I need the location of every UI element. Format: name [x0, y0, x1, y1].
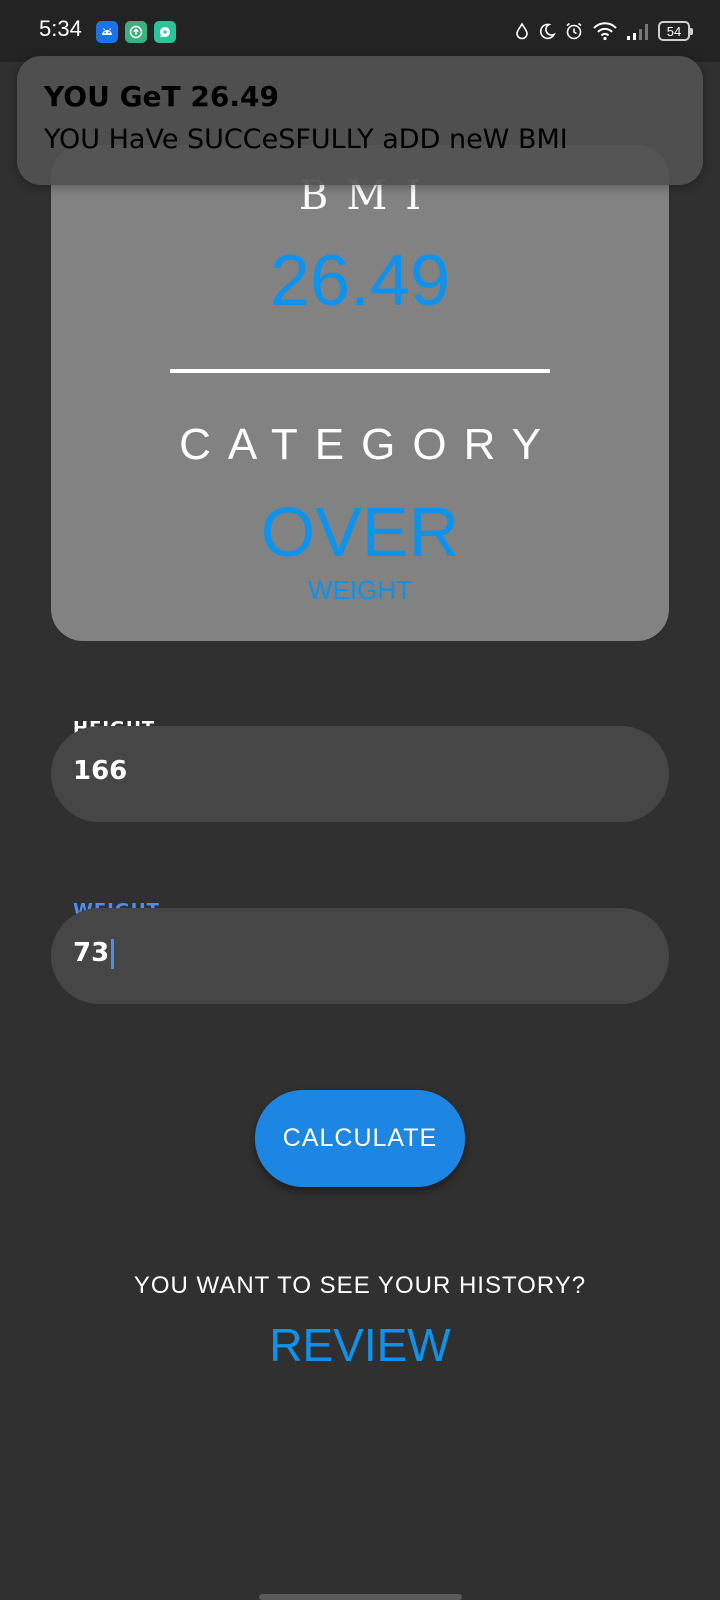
- weight-value-wrap: 73: [73, 938, 115, 969]
- status-bar: 5:34 54: [0, 0, 720, 62]
- alarm-icon: [566, 22, 582, 40]
- history-question: YOU WANT TO SEE YOUR HISTORY?: [133, 1272, 587, 1299]
- home-indicator[interactable]: [259, 1594, 462, 1600]
- chat-app-icon: [154, 21, 176, 43]
- category-subvalue: WEIGHT: [308, 575, 412, 605]
- system-icons: 54: [514, 18, 693, 44]
- height-input[interactable]: 166: [51, 726, 669, 822]
- text-caret: [111, 938, 115, 969]
- status-time: 5:34: [39, 16, 82, 41]
- toast-message: YOU HaVe SUCCeSFULLY aDD neW BMI: [44, 124, 568, 155]
- category-value: OVER: [260, 493, 460, 571]
- card-divider: [170, 369, 550, 373]
- category-label: CATEGORY: [179, 420, 558, 469]
- wifi-icon: [593, 22, 617, 41]
- toast-title: YOU GeT 26.49: [44, 80, 279, 113]
- moon-icon: [539, 23, 556, 40]
- height-value: 166: [73, 756, 128, 786]
- upload-app-icon: [125, 21, 147, 43]
- signal-icon: [627, 24, 648, 40]
- success-toast[interactable]: YOU GeT 26.49 YOU HaVe SUCCeSFULLY aDD n…: [17, 56, 703, 185]
- android-icon: [96, 21, 118, 43]
- bmi-value: 26.49: [269, 241, 451, 321]
- weight-input[interactable]: 73: [51, 908, 669, 1004]
- weight-value: 73: [73, 938, 110, 968]
- bmi-result-card: BMI 26.49 CATEGORY OVER WEIGHT: [51, 145, 669, 641]
- calculate-button[interactable]: CALCULATE: [255, 1090, 465, 1187]
- water-drop-icon: [516, 22, 528, 40]
- review-link[interactable]: REVIEW: [0, 1318, 720, 1372]
- battery-icon: 54: [658, 21, 693, 41]
